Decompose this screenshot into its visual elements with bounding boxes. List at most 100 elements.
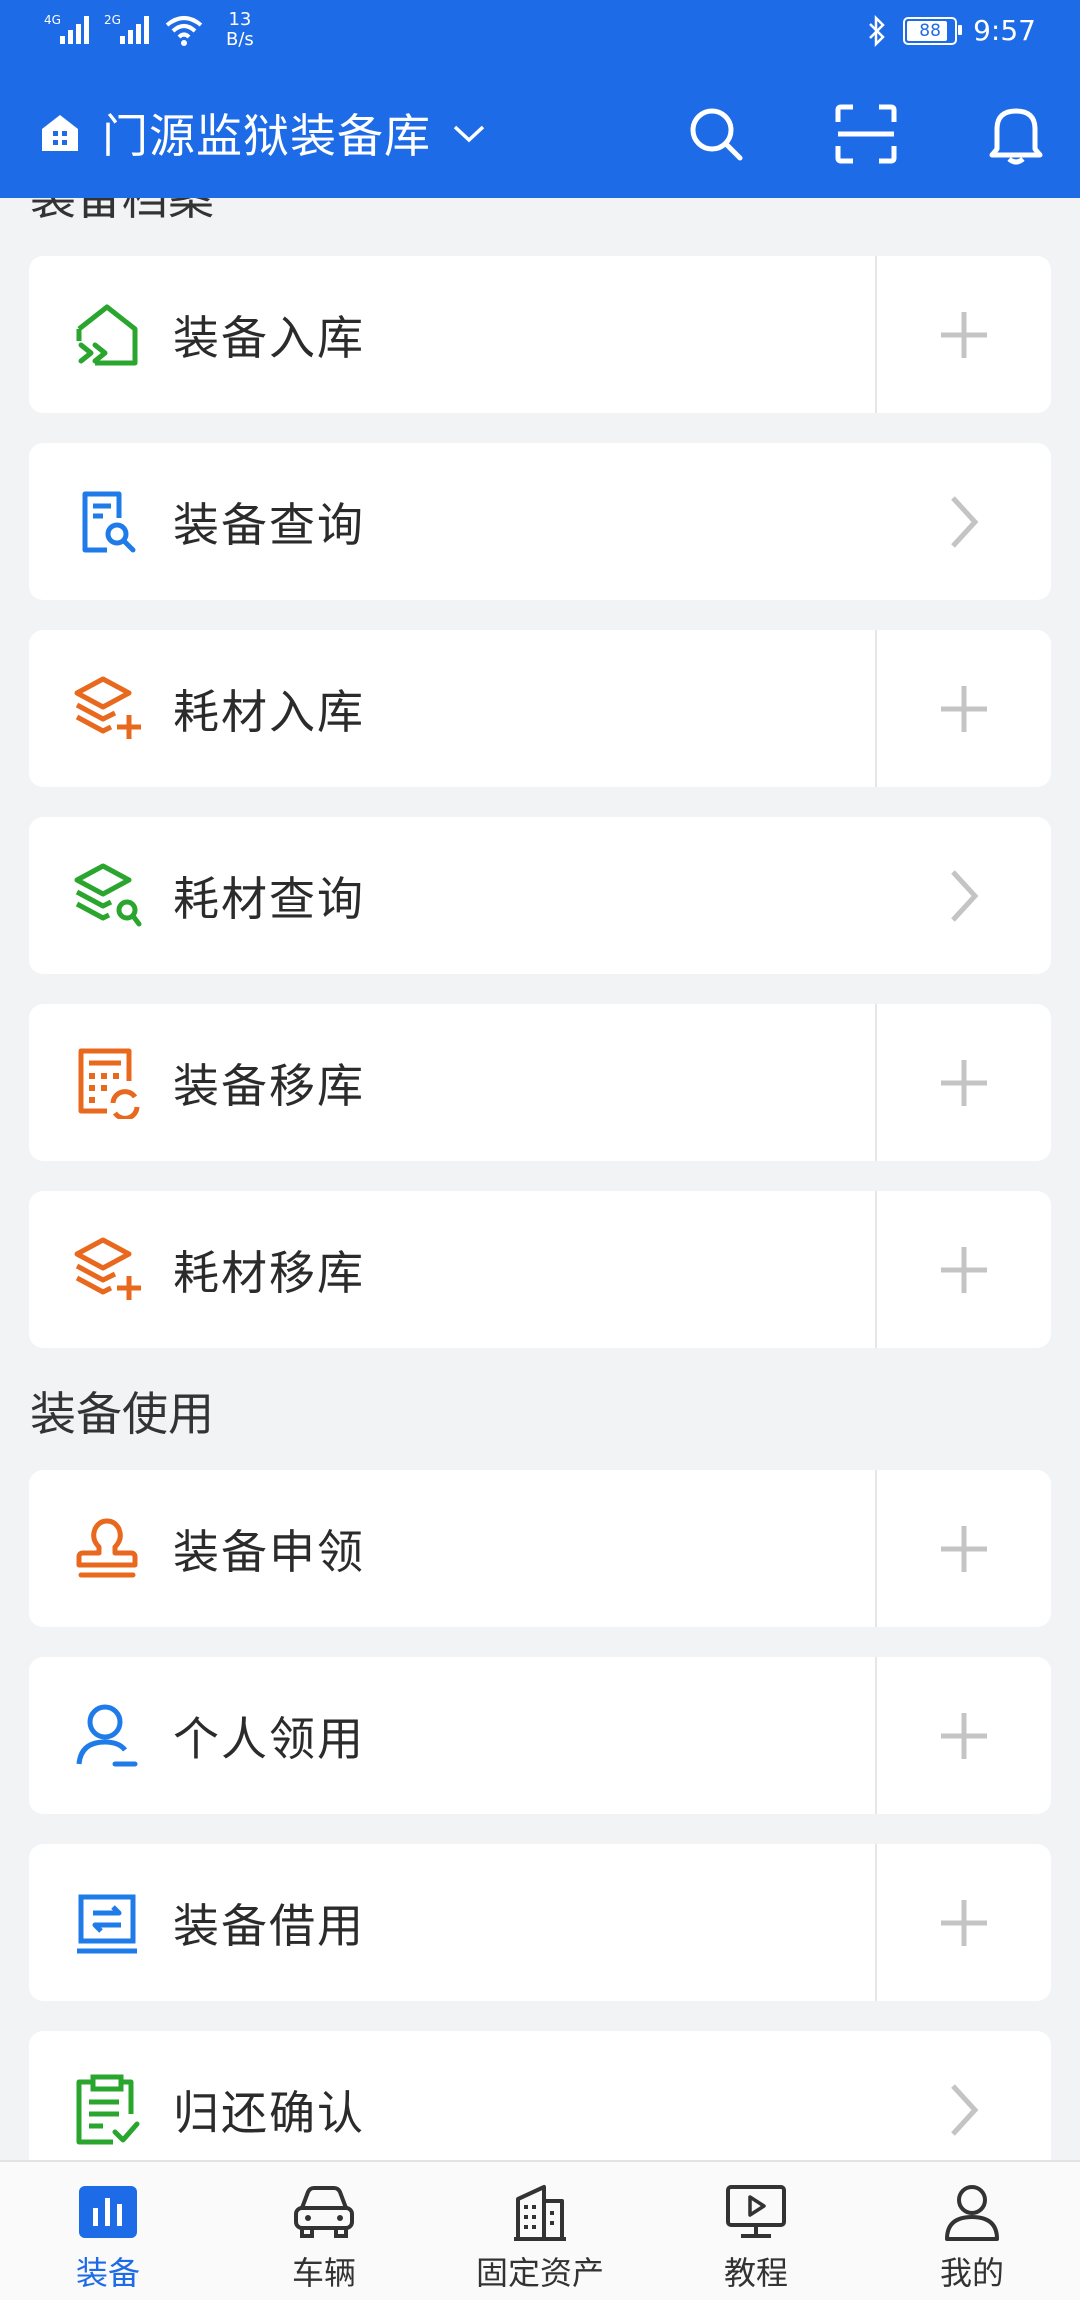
tab-label: 我的	[939, 2254, 1004, 2292]
status-right: 88 9:57	[867, 14, 1036, 47]
menu-card-return-confirm[interactable]: 归还确认	[29, 2031, 1051, 2160]
store-title: 门源监狱装备库	[102, 109, 431, 163]
clipboard-check-icon	[71, 2074, 143, 2146]
signal-icon: 4G	[44, 13, 89, 44]
plus-icon	[941, 685, 987, 732]
add-button[interactable]	[875, 1470, 1051, 1627]
card-main[interactable]: 装备移库	[29, 1004, 875, 1161]
plus-icon	[941, 1712, 987, 1759]
chart-icon	[76, 2180, 140, 2244]
tab-label: 车辆	[291, 2254, 356, 2292]
layers-search-icon	[71, 860, 143, 932]
home-store-icon	[42, 115, 78, 151]
signal-icon: 2G	[104, 13, 149, 44]
stamp-icon	[71, 1513, 143, 1585]
tab-label: 固定资产	[475, 2254, 604, 2292]
store-selector[interactable]: 门源监狱装备库	[38, 100, 487, 166]
search-icon	[690, 108, 743, 161]
clock: 9:57	[973, 14, 1036, 47]
card-label: 装备移库	[173, 1058, 365, 1113]
menu-card-consumable-inbound[interactable]: 耗材入库	[29, 630, 1051, 787]
svg-text:2G: 2G	[104, 13, 121, 27]
plus-icon	[941, 311, 987, 358]
menu-card-personal-use[interactable]: 个人领用	[29, 1657, 1051, 1814]
app-header: 4G 2G 13 B/s 88 9:57 门源监狱装备库	[0, 0, 1080, 198]
add-button[interactable]	[875, 1657, 1051, 1814]
tab-vehicles[interactable]: 车辆	[216, 2162, 432, 2300]
scan-button[interactable]	[834, 102, 898, 166]
plus-icon	[941, 1899, 987, 1946]
app-bar: 门源监狱装备库	[0, 70, 1080, 198]
menu-card-consumable-transfer[interactable]: 耗材移库	[29, 1191, 1051, 1348]
notifications-button[interactable]	[984, 102, 1048, 166]
add-button[interactable]	[875, 256, 1051, 413]
card-label: 耗材移库	[173, 1245, 365, 1300]
menu-card-equipment-apply[interactable]: 装备申领	[29, 1470, 1051, 1627]
chevron-down-icon	[453, 125, 485, 143]
scan-icon	[835, 104, 897, 164]
user-icon	[940, 2180, 1004, 2244]
wifi-icon	[165, 16, 203, 46]
tab-equipment[interactable]: 装备	[0, 2162, 216, 2300]
status-bar: 4G 2G 13 B/s 88 9:57	[0, 0, 1080, 70]
card-main[interactable]: 装备入库	[29, 256, 875, 413]
card-main[interactable]: 耗材移库	[29, 1191, 875, 1348]
tab-label: 装备	[75, 2254, 140, 2292]
card-label: 个人领用	[173, 1711, 365, 1766]
plus-icon	[941, 1525, 987, 1572]
card-main[interactable]: 归还确认	[29, 2031, 877, 2160]
section-title: 装备使用	[30, 1387, 214, 1441]
menu-card-equipment-transfer[interactable]: 装备移库	[29, 1004, 1051, 1161]
open-arrow[interactable]	[877, 2031, 1051, 2160]
menu-card-consumable-query[interactable]: 耗材查询	[29, 817, 1051, 974]
bell-icon	[989, 108, 1043, 165]
battery-indicator: 88	[903, 16, 963, 45]
card-label: 装备申领	[173, 1524, 365, 1579]
search-button[interactable]	[684, 102, 748, 166]
menu-card-equipment-inbound[interactable]: 装备入库	[29, 256, 1051, 413]
menu-card-equipment-query[interactable]: 装备查询	[29, 443, 1051, 600]
card-label: 装备入库	[173, 310, 365, 365]
card-main[interactable]: 个人领用	[29, 1657, 875, 1814]
card-label: 耗材查询	[173, 871, 365, 926]
grid-refresh-icon	[71, 1047, 143, 1119]
card-label: 装备借用	[173, 1898, 365, 1953]
chevron-right-icon	[951, 869, 979, 922]
card-main[interactable]: 装备查询	[29, 443, 877, 600]
menu-card-equipment-borrow[interactable]: 装备借用	[29, 1844, 1051, 2001]
open-arrow[interactable]	[877, 443, 1051, 600]
chevron-right-icon	[951, 2083, 979, 2136]
tab-profile[interactable]: 我的	[864, 2162, 1080, 2300]
add-button[interactable]	[875, 1844, 1051, 2001]
card-main[interactable]: 耗材入库	[29, 630, 875, 787]
bluetooth-icon	[869, 14, 885, 47]
house-enter-icon	[71, 299, 143, 371]
card-main[interactable]: 耗材查询	[29, 817, 877, 974]
bottom-tab-bar: 装备 车辆 固定资产 教程 我的	[0, 2160, 1080, 2300]
open-arrow[interactable]	[877, 817, 1051, 974]
add-button[interactable]	[875, 630, 1051, 787]
card-label: 耗材入库	[173, 684, 365, 739]
card-label: 装备查询	[173, 497, 365, 552]
layers-plus-icon	[71, 1234, 143, 1306]
building-icon	[508, 2180, 572, 2244]
section-title: 装备档案	[30, 198, 214, 225]
card-main[interactable]: 装备借用	[29, 1844, 875, 2001]
tab-tutorials[interactable]: 教程	[648, 2162, 864, 2300]
card-main[interactable]: 装备申领	[29, 1470, 875, 1627]
plus-icon	[941, 1246, 987, 1293]
add-button[interactable]	[875, 1004, 1051, 1161]
main-content[interactable]: 装备档案 装备入库 装备查询 耗材入库 耗材查询 装备移库 耗材移库 装备使用 …	[0, 198, 1080, 2160]
person-icon	[71, 1700, 143, 1772]
add-button[interactable]	[875, 1191, 1051, 1348]
chevron-right-icon	[951, 495, 979, 548]
car-icon	[292, 2180, 356, 2244]
tab-fixed-assets[interactable]: 固定资产	[432, 2162, 648, 2300]
layers-plus-icon	[71, 673, 143, 745]
plus-icon	[941, 1059, 987, 1106]
status-left: 4G 2G 13 B/s	[44, 10, 254, 50]
card-label: 归还确认	[173, 2085, 365, 2140]
doc-search-icon	[71, 486, 143, 558]
tab-label: 教程	[723, 2254, 788, 2292]
svg-text:4G: 4G	[44, 13, 61, 27]
